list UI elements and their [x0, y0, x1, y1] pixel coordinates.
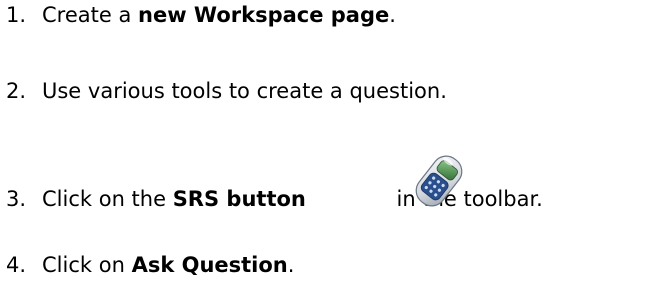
step-text: Click on the — [42, 187, 173, 211]
step-emphasis: new Workspace page — [138, 3, 390, 27]
instruction-step-4: 4. Click on Ask Question. — [6, 252, 294, 278]
step-emphasis: SRS button — [172, 187, 306, 211]
step-text: Create a — [42, 3, 138, 27]
step-text: Use various tools to create a question. — [42, 79, 447, 103]
step-number: 4. — [6, 253, 27, 277]
instruction-step-1: 1. Create a new Workspace page. — [6, 2, 396, 28]
step-text-end: . — [287, 253, 295, 277]
step-number: 2. — [6, 79, 27, 103]
step-emphasis: Ask Question — [131, 253, 288, 277]
step-text: Click on — [42, 253, 132, 277]
step-number: 1. — [6, 3, 27, 27]
step-number: 3. — [6, 187, 27, 211]
instruction-step-2: 2. Use various tools to create a question… — [6, 78, 447, 104]
step-text-end: . — [389, 3, 396, 27]
srs-clicker-icon — [415, 155, 463, 207]
